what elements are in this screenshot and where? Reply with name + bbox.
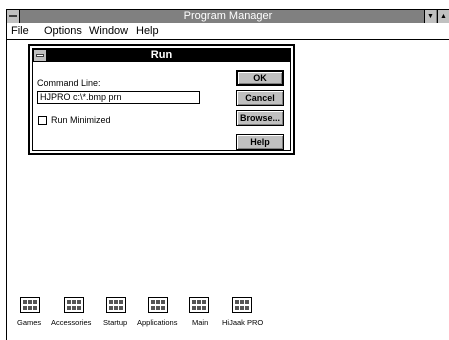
group-icon-main[interactable] — [189, 297, 209, 313]
dialog-system-menu-icon[interactable] — [34, 50, 46, 61]
group-label-startup[interactable]: Startup — [103, 318, 127, 327]
title-bar[interactable]: Program Manager ▼ ▲ — [7, 10, 449, 23]
group-icon-applications[interactable] — [148, 297, 168, 313]
command-line-input[interactable]: HJPRO c:\*.bmp prn — [37, 91, 200, 104]
menu-file[interactable]: File — [11, 24, 29, 38]
menu-bar: File Options Window Help — [7, 24, 449, 38]
group-label-main[interactable]: Main — [192, 318, 208, 327]
window-title: Program Manager — [183, 10, 273, 22]
group-label-accessories[interactable]: Accessories — [51, 318, 91, 327]
menu-divider — [7, 39, 449, 40]
maximize-button[interactable]: ▲ — [437, 10, 449, 23]
menu-options[interactable]: Options — [44, 24, 82, 38]
cancel-button[interactable]: Cancel — [236, 90, 284, 106]
group-label-hijaak-pro[interactable]: HiJaak PRO — [222, 318, 263, 327]
run-dialog-title: Run — [150, 49, 173, 61]
run-minimized-label[interactable]: Run Minimized — [51, 115, 111, 125]
group-icon-startup[interactable] — [106, 297, 126, 313]
run-minimized-checkbox[interactable] — [38, 116, 47, 125]
menu-help[interactable]: Help — [136, 24, 159, 38]
group-icon-accessories[interactable] — [64, 297, 84, 313]
browse-button[interactable]: Browse... — [236, 110, 284, 126]
run-dialog-title-bar[interactable]: Run — [33, 49, 290, 62]
command-line-label: Command Line: — [37, 78, 101, 88]
group-icon-hijaak-pro[interactable] — [232, 297, 252, 313]
group-label-applications[interactable]: Applications — [137, 318, 177, 327]
minimize-button[interactable]: ▼ — [424, 10, 436, 23]
group-label-games[interactable]: Games — [17, 318, 41, 327]
menu-window[interactable]: Window — [89, 24, 128, 38]
run-dialog: Run Command Line: HJPRO c:\*.bmp prn Run… — [28, 44, 295, 155]
group-icon-games[interactable] — [20, 297, 40, 313]
ok-button[interactable]: OK — [236, 70, 284, 86]
help-button[interactable]: Help — [236, 134, 284, 150]
